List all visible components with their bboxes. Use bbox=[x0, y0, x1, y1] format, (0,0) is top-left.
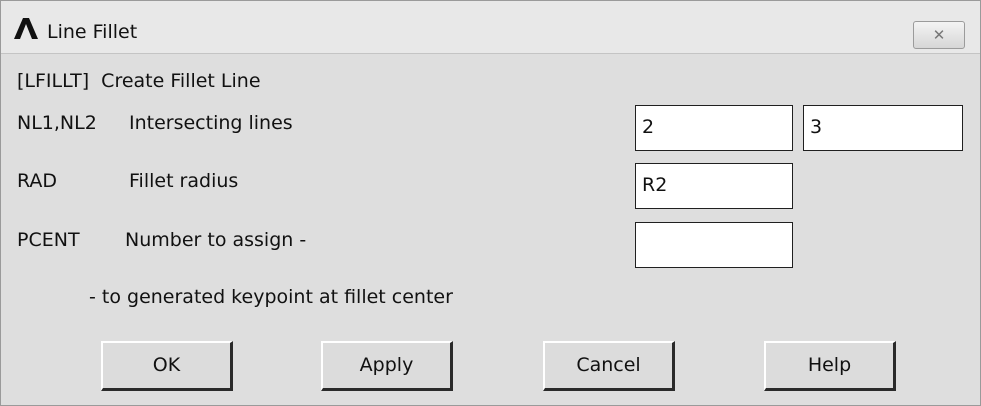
pcent-desc-label: Number to assign - bbox=[125, 229, 307, 251]
pcent-input[interactable] bbox=[635, 222, 793, 268]
apply-button[interactable]: Apply bbox=[321, 341, 453, 391]
rad-key-label: RAD bbox=[17, 170, 58, 192]
command-label: [LFILLT] Create Fillet Line bbox=[17, 70, 261, 92]
radius-input[interactable]: R2 bbox=[635, 163, 793, 209]
line-fillet-dialog: Line Fillet ✕ [LFILLT] Create Fillet Lin… bbox=[0, 0, 981, 406]
nl1-input[interactable]: 2 bbox=[635, 105, 793, 151]
ok-button[interactable]: OK bbox=[101, 341, 233, 391]
cancel-button[interactable]: Cancel bbox=[543, 341, 675, 391]
nl2-input[interactable]: 3 bbox=[803, 105, 963, 151]
nl-desc-label: Intersecting lines bbox=[129, 112, 293, 134]
ansys-logo-icon bbox=[11, 17, 41, 39]
window-title: Line Fillet bbox=[47, 21, 138, 43]
close-button[interactable]: ✕ bbox=[913, 21, 965, 49]
title-bar[interactable]: Line Fillet ✕ bbox=[1, 1, 980, 54]
rad-desc-label: Fillet radius bbox=[129, 170, 239, 192]
pcent-note-label: - to generated keypoint at fillet center bbox=[89, 286, 453, 308]
pcent-key-label: PCENT bbox=[17, 229, 80, 251]
nl-key-label: NL1,NL2 bbox=[17, 112, 97, 134]
close-icon: ✕ bbox=[932, 26, 946, 44]
help-button[interactable]: Help bbox=[764, 341, 896, 391]
